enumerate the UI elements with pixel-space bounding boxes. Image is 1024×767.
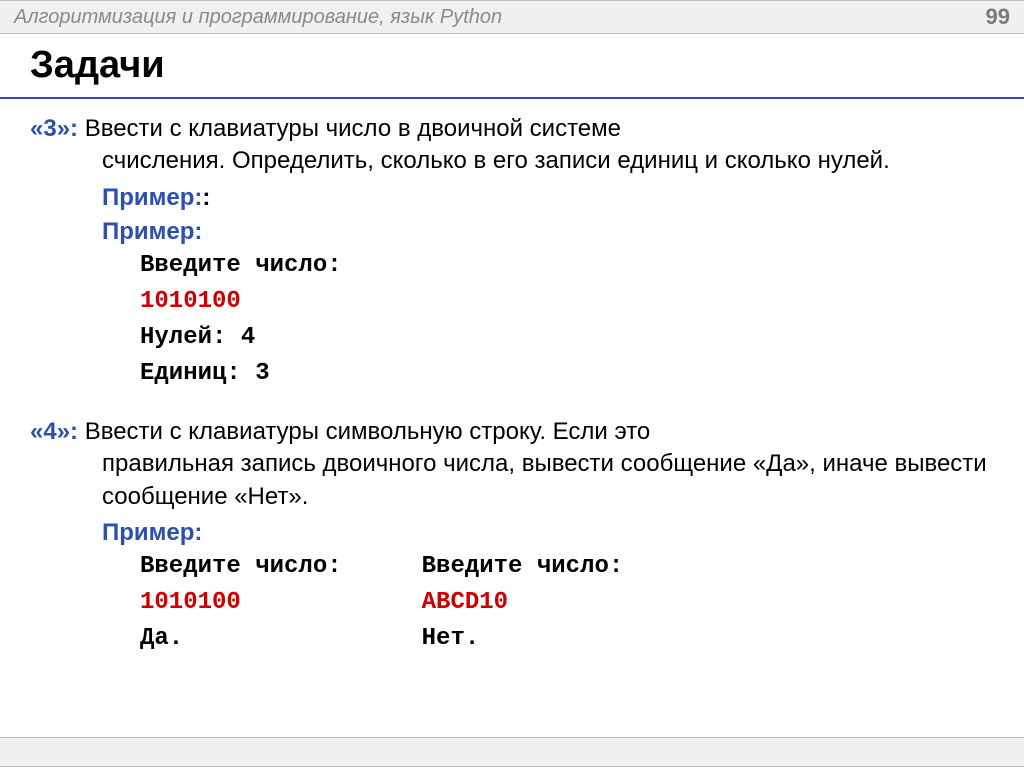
- task-4-left-col: Введите число: 1010100 Да.: [140, 549, 342, 657]
- content: «3»: Ввести с клавиатуры число в двоично…: [0, 99, 1024, 657]
- task-3-desc-line1: Ввести с клавиатуры число в двоичной сис…: [78, 115, 621, 142]
- task-3-output2: Единиц: 3: [140, 356, 994, 392]
- task-4-ex-label: Пример:: [102, 519, 202, 546]
- task-4-left-prompt: Введите число:: [140, 549, 342, 585]
- task-3-example-wrap: Пример:: [30, 218, 994, 246]
- task-4-header: «4»: Ввести с клавиатуры символьную стро…: [30, 416, 994, 448]
- task-3-label: «3»:: [30, 115, 78, 142]
- task-4-right-input: ABCD10: [422, 585, 624, 621]
- task-4-right-prompt: Введите число:: [422, 549, 624, 585]
- task-4-left-input: 1010100: [140, 585, 342, 621]
- task-4-right-col: Введите число: ABCD10 Нет.: [422, 549, 624, 657]
- task-3-header: «3»: Ввести с клавиатуры число в двоично…: [30, 113, 994, 145]
- task-4-right-output: Нет.: [422, 621, 624, 657]
- page-title: Задачи: [0, 34, 1024, 99]
- task-3-mono: Введите число: 1010100 Нулей: 4 Единиц: …: [30, 248, 994, 392]
- task-3-prompt: Введите число:: [140, 248, 994, 284]
- task-3-output1: Нулей: 4: [140, 320, 994, 356]
- task-4: «4»: Ввести с клавиатуры символьную стро…: [30, 416, 994, 657]
- task-4-mono: Введите число: 1010100 Да. Введите число…: [30, 549, 994, 657]
- header-title: Алгоритмизация и программирование, язык …: [14, 6, 502, 29]
- header-bar: Алгоритмизация и программирование, язык …: [0, 0, 1024, 34]
- task-3-input: 1010100: [140, 284, 994, 320]
- task-3-example-label: Пример::: [30, 184, 994, 212]
- task-3-desc-line2: счисления. Определить, сколько в его зап…: [30, 145, 994, 177]
- task-3: «3»: Ввести с клавиатуры число в двоично…: [30, 113, 994, 392]
- page-number: 99: [986, 4, 1010, 30]
- task-4-example-wrap: Пример:: [30, 519, 994, 547]
- task-4-desc-line1: Ввести с клавиатуры символьную строку. Е…: [78, 418, 650, 445]
- task-4-desc-line2: правильная запись двоичного числа, вывес…: [30, 448, 994, 513]
- task-4-label: «4»:: [30, 418, 78, 445]
- task-4-left-output: Да.: [140, 621, 342, 657]
- task-3-ex-label: Пример:: [102, 218, 202, 245]
- footer-bar: [0, 737, 1024, 767]
